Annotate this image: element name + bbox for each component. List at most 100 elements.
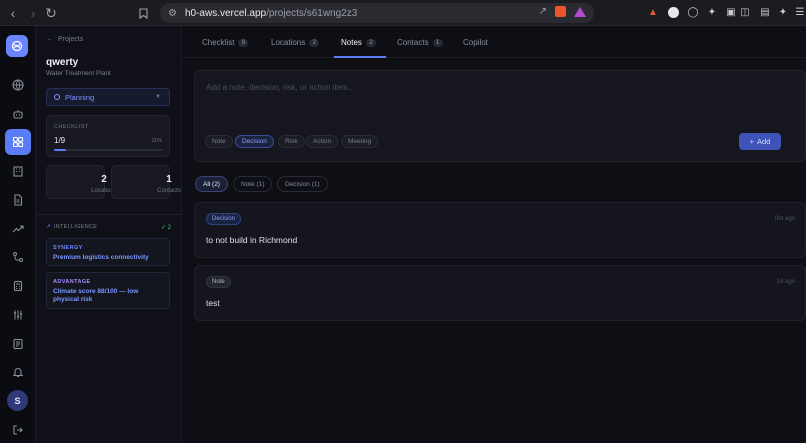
type-chip-decision[interactable]: Decision [235, 135, 274, 148]
status-select[interactable]: Planning ▼ [46, 88, 170, 106]
tab-label: Copilot [463, 38, 488, 47]
tab-label: Locations [271, 38, 306, 47]
filter-decision[interactable]: Decision (1) [277, 176, 328, 192]
note-text: test [206, 298, 220, 308]
extension-box-icon[interactable]: ▣ [724, 5, 738, 19]
url-path: /projects/s61wng2z3 [266, 7, 358, 19]
project-type: Water Treatment Plant [46, 70, 111, 77]
type-chip-note[interactable]: Note [205, 135, 233, 148]
logout-icon[interactable] [5, 417, 31, 443]
tab-locations[interactable]: Locations 2 [271, 38, 320, 47]
note-text: to not build in Richmond [206, 235, 298, 245]
browser-toolbar: ‹ › ↻ ⚙ h0-aws.vercel.app/projects/s61wn… [0, 0, 806, 26]
contacts-stat-card[interactable]: 1 Contacts [111, 165, 181, 199]
globe-icon[interactable] [5, 72, 31, 98]
tab-label: Checklist [202, 38, 235, 47]
app-logo-icon[interactable] [6, 35, 28, 57]
note-timestamp: 2d ago [776, 279, 795, 285]
avatar[interactable]: S [7, 390, 28, 411]
projects-grid-icon[interactable] [5, 129, 31, 155]
intel-text: Climate score 88/100 — low physical risk [53, 288, 139, 303]
document-icon[interactable] [5, 187, 31, 213]
tab-count: 9 [238, 38, 249, 47]
calculator-icon[interactable] [5, 273, 31, 299]
extension-circle-icon[interactable] [666, 5, 680, 19]
tab-count: 2 [365, 38, 376, 47]
type-chip-risk[interactable]: Risk [278, 135, 305, 148]
back-label: Projects [57, 36, 84, 43]
brave-shield-icon[interactable] [555, 6, 566, 17]
filter-all[interactable]: All (2) [195, 176, 228, 192]
status-dot-icon [54, 94, 60, 100]
checklist-percent: 11% [151, 138, 162, 144]
main-panel: Checklist 9 Locations 2 Notes 2 Contacts… [182, 26, 806, 442]
type-chip-meeting[interactable]: Meeting [341, 135, 379, 148]
tab-notes[interactable]: Notes 2 [341, 38, 376, 47]
extension-fox-icon[interactable]: ▲ [646, 5, 660, 19]
checklist-value: 1/9 [54, 136, 66, 145]
checklist-progress-bar [54, 149, 163, 151]
share-icon[interactable]: ↗ [539, 6, 547, 17]
plus-icon: + [749, 137, 755, 146]
robot-icon[interactable] [5, 101, 31, 127]
intelligence-count: ✓ 2 [160, 225, 171, 231]
project-tabs: Checklist 9 Locations 2 Notes 2 Contacts… [182, 26, 806, 58]
sliders-icon[interactable] [5, 302, 31, 328]
extensions-puzzle-icon[interactable]: ✦ [705, 5, 719, 19]
note-type-badge: Decision [206, 213, 242, 225]
wallet-icon[interactable]: ▤ [758, 5, 772, 19]
tab-checklist[interactable]: Checklist 9 [202, 38, 249, 47]
report-icon[interactable] [5, 331, 31, 357]
filter-note[interactable]: Note (1) [233, 176, 273, 192]
note-composer: Add a note, decision, risk, or action it… [194, 70, 806, 162]
note-type-badge: Note [206, 276, 231, 288]
tab-label: Notes [341, 38, 362, 47]
reload-icon[interactable]: ↻ [40, 2, 62, 24]
app-nav-rail: S [0, 26, 36, 442]
routes-icon[interactable] [5, 244, 31, 270]
trend-icon[interactable] [5, 216, 31, 242]
chevron-down-icon: ▼ [155, 94, 161, 100]
extension-shield-icon[interactable]: ◯ [686, 5, 700, 19]
add-label: Add [757, 137, 771, 146]
intel-kind: SYNERGY [53, 245, 83, 251]
project-sidebar: ← Projects qwerty Water Treatment Plant … [36, 26, 182, 442]
tab-label: Contacts [397, 38, 429, 47]
trend-icon: ↗ [46, 224, 51, 230]
intelligence-card-advantage[interactable]: ADVANTAGE Climate score 88/100 — low phy… [46, 272, 170, 309]
back-icon[interactable]: ‹ [2, 2, 24, 24]
bell-icon[interactable] [5, 359, 31, 385]
divider [36, 214, 182, 215]
progress-fill [54, 149, 66, 151]
sidebar-toggle-icon[interactable]: ◫ [738, 5, 752, 19]
menu-icon[interactable]: ☰ [793, 5, 806, 19]
add-note-button[interactable]: + Add [739, 133, 781, 150]
bookmark-icon[interactable] [132, 2, 154, 24]
type-chip-action[interactable]: Action [306, 135, 339, 148]
rewards-icon[interactable] [574, 6, 586, 17]
list-item[interactable]: Decision 0m ago to not build in Richmond [194, 202, 806, 258]
locations-stat-card[interactable]: 2 Locations [46, 165, 117, 199]
intelligence-label: INTELLIGENCE [53, 224, 98, 230]
checklist-progress-card[interactable]: CHECKLIST 1/9 11% [46, 115, 170, 157]
project-title: qwerty [46, 57, 79, 68]
address-bar[interactable]: ⚙ h0-aws.vercel.app/projects/s61wng2z3 ↗ [160, 3, 594, 23]
back-to-projects-link[interactable]: ← Projects [46, 36, 83, 43]
arrow-left-icon: ← [46, 36, 53, 43]
site-settings-icon[interactable]: ⚙ [168, 8, 177, 19]
tab-copilot[interactable]: Copilot [463, 38, 488, 47]
intel-text: Premium logistics connectivity [53, 254, 149, 261]
intel-kind: ADVANTAGE [53, 279, 91, 285]
intelligence-card-synergy[interactable]: SYNERGY Premium logistics connectivity [46, 238, 170, 266]
checklist-label: CHECKLIST [54, 124, 89, 130]
tab-contacts[interactable]: Contacts 1 [397, 38, 443, 47]
list-item[interactable]: Note 2d ago test [194, 265, 806, 321]
tab-count: 1 [432, 38, 443, 47]
status-value: Planning [65, 92, 95, 102]
tab-count: 2 [309, 38, 320, 47]
leo-ai-icon[interactable]: ✦ [776, 5, 790, 19]
url-domain: h0-aws.vercel.app [184, 7, 267, 19]
building-icon[interactable] [5, 158, 31, 184]
intelligence-header: ↗ INTELLIGENCE [46, 224, 97, 230]
note-input[interactable]: Add a note, decision, risk, or action it… [206, 83, 355, 92]
